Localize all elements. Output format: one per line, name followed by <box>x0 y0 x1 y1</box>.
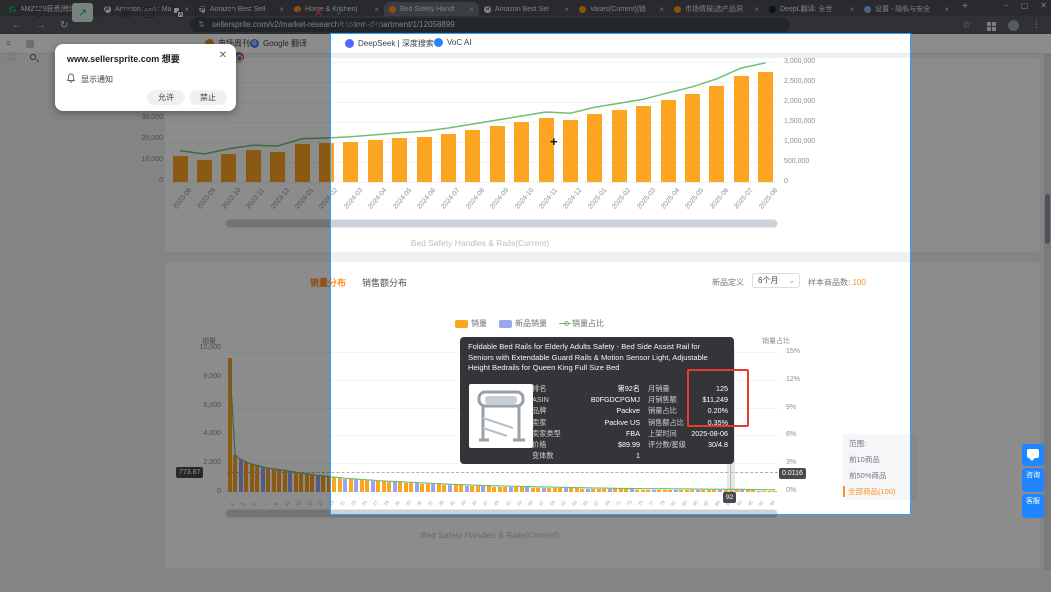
allow-button[interactable]: 允许 <box>147 90 185 105</box>
popup-title: www.sellersprite.com 想要 <box>67 52 180 65</box>
crosshair-cursor: + <box>550 134 558 149</box>
customer-service-button[interactable]: 客服 <box>1022 494 1044 518</box>
popup-close-icon[interactable]: ✕ <box>219 50 227 61</box>
deny-button[interactable]: 禁止 <box>189 90 227 105</box>
notification-permission-popup: www.sellersprite.com 想要 ✕ 显示通知 允许 禁止 <box>55 44 236 111</box>
capture-size-label: 1409 x 1186 <box>337 22 381 31</box>
screen: AMZ123获悉|跨境电商×aAmazon.com : Ma×aAmazon B… <box>0 0 1051 592</box>
dim-overlay-top <box>0 0 1051 33</box>
consult-button[interactable]: 咨询 <box>1022 468 1044 492</box>
dim-overlay-right <box>911 33 1051 515</box>
bell-icon <box>66 73 76 83</box>
chat-bubble-icon[interactable] <box>1022 444 1044 466</box>
capture-region-border[interactable] <box>330 33 911 515</box>
dim-overlay-bottom <box>0 515 1051 592</box>
permission-text: 显示通知 <box>81 74 113 85</box>
